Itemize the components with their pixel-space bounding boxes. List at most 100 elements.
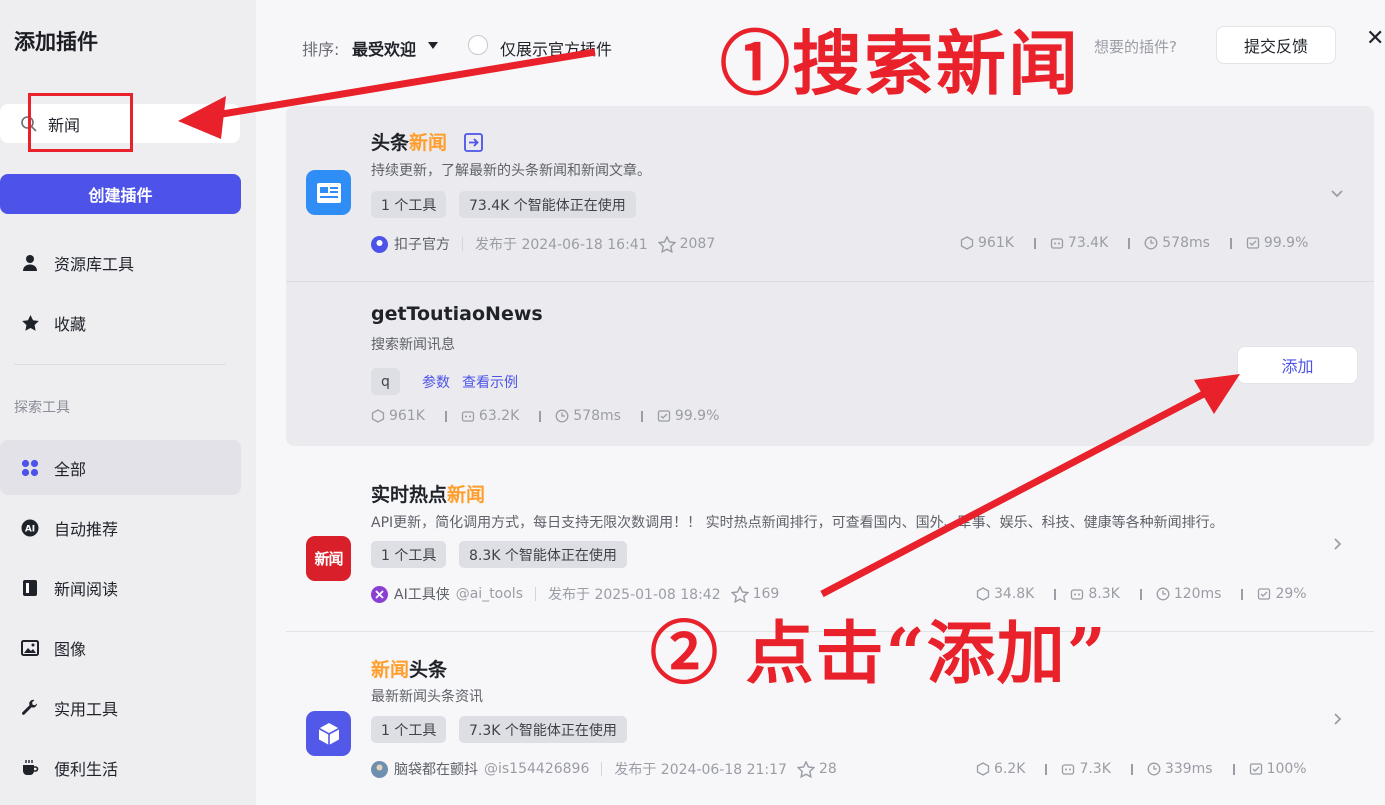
- wrench-icon: [20, 698, 40, 718]
- usage-count-tag: 7.3K 个智能体正在使用: [459, 716, 627, 743]
- tool-title: getToutiaoNews: [371, 303, 543, 325]
- feedback-button[interactable]: 提交反馈: [1216, 26, 1336, 64]
- plugin-description: API更新，简化调用方式，每日支持无限次数调用！！ 实时热点新闻排行，可查看国内…: [371, 515, 1224, 531]
- image-icon: [20, 638, 40, 658]
- bot-icon: [1050, 238, 1064, 249]
- wanted-plugin-text: 想要的插件?: [1094, 38, 1177, 56]
- success-rate-icon: [1246, 237, 1260, 249]
- clock-icon: [1147, 762, 1161, 776]
- plugin-meta: 脑袋都在颤抖 @is154426896 发布于 2024-06-18 21:17…: [371, 759, 837, 779]
- sidebar-divider: [14, 364, 226, 365]
- tool-card-gettoutiaonews[interactable]: getToutiaoNews 搜索新闻讯息 q 参数 查看示例 961K 63.…: [286, 281, 1374, 446]
- plugin-title: 新闻头条: [371, 659, 448, 681]
- sidebar-title: 添加插件: [14, 30, 98, 54]
- cube-icon: [976, 762, 990, 776]
- author-name[interactable]: 扣子官方: [394, 234, 450, 254]
- newspaper-icon: [306, 170, 351, 215]
- bot-icon: [1062, 764, 1075, 775]
- clock-icon: [555, 409, 569, 423]
- chevron-right-icon[interactable]: [1330, 537, 1344, 551]
- chevron-down-icon[interactable]: [428, 42, 438, 49]
- examples-link[interactable]: 查看示例: [462, 372, 518, 392]
- success-rate-icon: [657, 410, 671, 422]
- plugin-title: 实时热点新闻: [371, 484, 486, 506]
- chevron-right-icon[interactable]: [1330, 712, 1344, 726]
- plugin-description: 持续更新，了解最新的头条新闻和新闻文章。: [371, 163, 651, 179]
- tool-count-tag: 1 个工具: [371, 716, 447, 743]
- sidebar-item-label: 实用工具: [54, 699, 119, 719]
- star-outline-icon[interactable]: [657, 235, 676, 253]
- bot-icon: [461, 411, 475, 422]
- tool-count-tag: 1 个工具: [371, 191, 447, 218]
- sidebar-item-utilities[interactable]: 实用工具: [0, 680, 241, 735]
- close-icon[interactable]: ✕: [1366, 26, 1384, 51]
- sidebar-item-label: 图像: [54, 639, 87, 659]
- author-name[interactable]: 脑袋都在颤抖: [394, 759, 478, 779]
- favorite-count: 2087: [679, 236, 716, 252]
- sidebar-item-life[interactable]: 便利生活: [0, 740, 241, 795]
- sidebar-item-label: 自动推荐: [54, 519, 119, 539]
- create-plugin-button[interactable]: 创建插件: [0, 174, 241, 214]
- plugin-description: 最新新闻头条资讯: [371, 689, 483, 705]
- tool-description: 搜索新闻讯息: [371, 337, 455, 353]
- tool-count-tag: 1 个工具: [371, 541, 447, 568]
- sidebar-item-label: 收藏: [54, 314, 87, 334]
- search-highlight-box: [28, 93, 133, 152]
- cube-logo-icon: [306, 711, 351, 756]
- coffee-icon: [20, 758, 40, 778]
- plugin-title: 头条新闻: [371, 128, 483, 155]
- success-rate-icon: [1249, 763, 1262, 775]
- sidebar-item-image[interactable]: 图像: [0, 620, 241, 675]
- news-logo-icon: 新闻: [306, 536, 351, 581]
- star-icon: [20, 313, 40, 333]
- favorite-count: 28: [818, 761, 837, 777]
- sidebar-item-label: 全部: [54, 459, 87, 479]
- grid-icon: [20, 458, 40, 478]
- person-icon: [20, 253, 40, 273]
- sidebar-item-news-reading[interactable]: 新闻阅读: [0, 560, 241, 615]
- sidebar-item-label: 便利生活: [54, 759, 119, 779]
- clock-icon: [1144, 236, 1158, 250]
- sort-label: 排序:: [302, 40, 340, 59]
- sidebar-item-all[interactable]: 全部: [0, 440, 241, 495]
- section-label-explore: 探索工具: [14, 400, 70, 416]
- sidebar-item-favorites[interactable]: 收藏: [0, 295, 241, 350]
- sidebar-item-label: 新闻阅读: [54, 579, 119, 599]
- annotation-step-2: ② 点击“添加”: [650, 614, 1108, 694]
- official-only-label[interactable]: 仅展示官方插件: [500, 36, 612, 60]
- annotation-step-1: ①搜索新闻: [720, 22, 1080, 105]
- usage-count-tag: 8.3K 个智能体正在使用: [459, 541, 627, 568]
- book-icon: [20, 578, 40, 598]
- sidebar-item-library-tools[interactable]: 资源库工具: [0, 235, 241, 290]
- svg-text:AI: AI: [25, 524, 35, 534]
- clock-icon: [1156, 587, 1170, 601]
- params-link[interactable]: 参数: [422, 372, 450, 392]
- cube-icon: [371, 409, 385, 423]
- author-avatar-icon: [371, 585, 388, 603]
- plugin-stats: 6.2K 7.3K 339ms 100%: [976, 761, 1307, 777]
- plugin-meta: 扣子官方 发布于 2024-06-18 16:41 2087: [371, 234, 715, 254]
- sidebar-item-auto-recommend[interactable]: AI 自动推荐: [0, 500, 241, 555]
- publish-date: 发布于 2024-06-18 21:17: [614, 762, 787, 778]
- cube-icon: [960, 236, 974, 250]
- sort-dropdown[interactable]: 最受欢迎: [352, 36, 416, 60]
- usage-count-tag: 73.4K 个智能体正在使用: [459, 191, 636, 218]
- publish-date: 发布于 2024-06-18 16:41: [475, 237, 648, 253]
- official-only-radio[interactable]: [468, 35, 488, 55]
- success-rate-icon: [1258, 588, 1271, 600]
- plugin-card-toutiao-news[interactable]: 头条新闻 持续更新，了解最新的头条新闻和新闻文章。 1 个工具 73.4K 个智…: [286, 106, 1374, 281]
- star-outline-icon[interactable]: [796, 760, 815, 778]
- plugin-stats: 961K 73.4K 578ms 99.9%: [960, 235, 1308, 251]
- ai-icon: AI: [20, 518, 40, 538]
- author-avatar-icon: [371, 760, 388, 778]
- author-avatar-icon: [371, 235, 388, 253]
- author-handle: @ai_tools: [455, 586, 523, 602]
- add-button[interactable]: 添加: [1237, 346, 1358, 384]
- tool-stats: 961K 63.2K 578ms 99.9%: [371, 408, 719, 424]
- chevron-down-icon[interactable]: [1330, 186, 1344, 200]
- author-name[interactable]: AI工具侠: [394, 584, 450, 604]
- sidebar-item-label: 资源库工具: [54, 254, 135, 274]
- param-tag: q: [371, 368, 400, 395]
- author-handle: @is154426896: [484, 761, 590, 777]
- open-link-icon[interactable]: [463, 133, 483, 152]
